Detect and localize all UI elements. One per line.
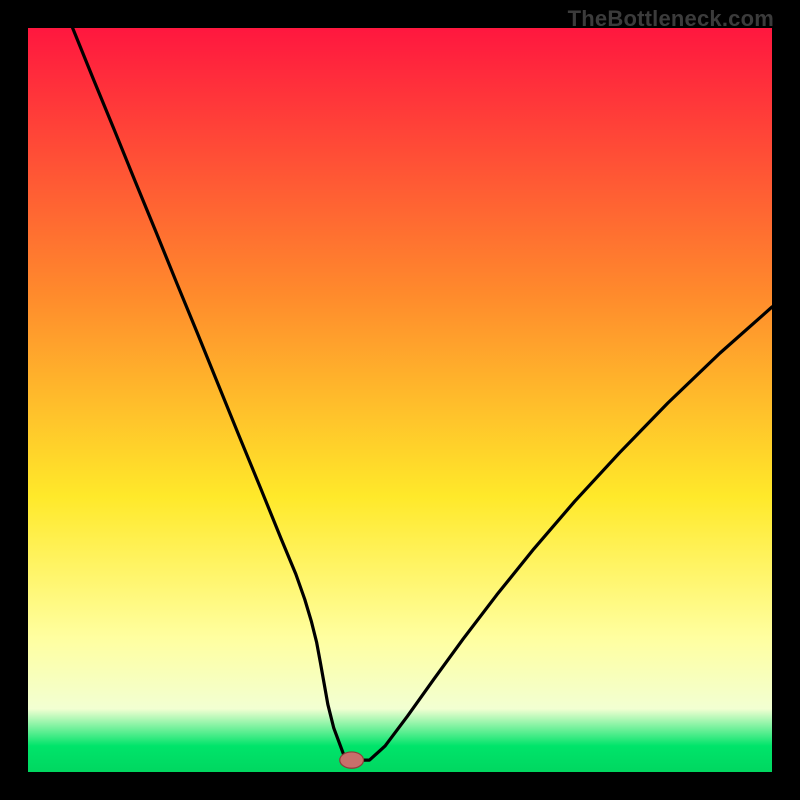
gradient-background	[28, 28, 772, 772]
bottleneck-chart	[28, 28, 772, 772]
optimum-marker	[340, 752, 364, 768]
chart-frame: TheBottleneck.com	[0, 0, 800, 800]
plot-area	[28, 28, 772, 772]
